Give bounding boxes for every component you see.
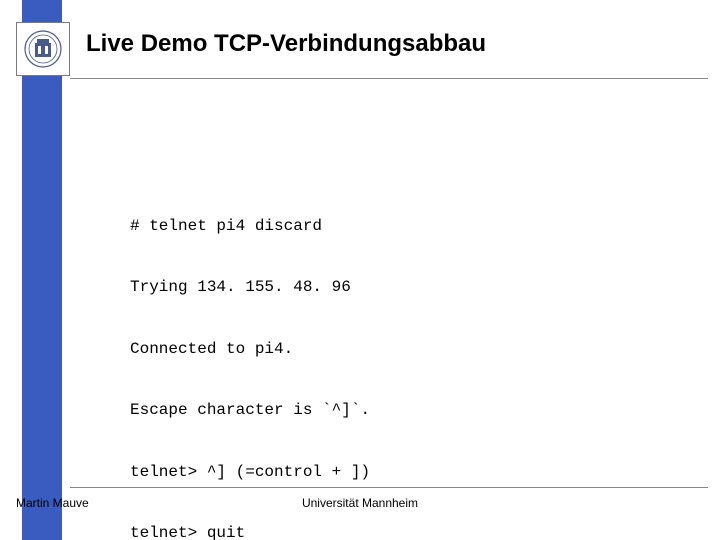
code-line: telnet> quit — [130, 523, 370, 540]
university-seal-icon — [16, 22, 70, 76]
code-line: Escape character is `^]`. — [130, 400, 370, 420]
code-line: telnet> ^] (=control + ]) — [130, 462, 370, 482]
code-line: # telnet pi4 discard — [130, 216, 370, 236]
slide-title: Live Demo TCP-Verbindungsabbau — [86, 30, 486, 58]
footer-divider — [70, 487, 708, 488]
slide: Live Demo TCP-Verbindungsabbau # telnet … — [0, 0, 720, 540]
terminal-output: # telnet pi4 discard Trying 134. 155. 48… — [130, 175, 370, 540]
accent-bar-top — [22, 0, 62, 22]
code-line: Connected to pi4. — [130, 339, 370, 359]
accent-bar-main — [22, 76, 62, 540]
footer-institution: Universität Mannheim — [0, 496, 720, 510]
code-line: Trying 134. 155. 48. 96 — [130, 277, 370, 297]
title-divider — [70, 78, 708, 79]
